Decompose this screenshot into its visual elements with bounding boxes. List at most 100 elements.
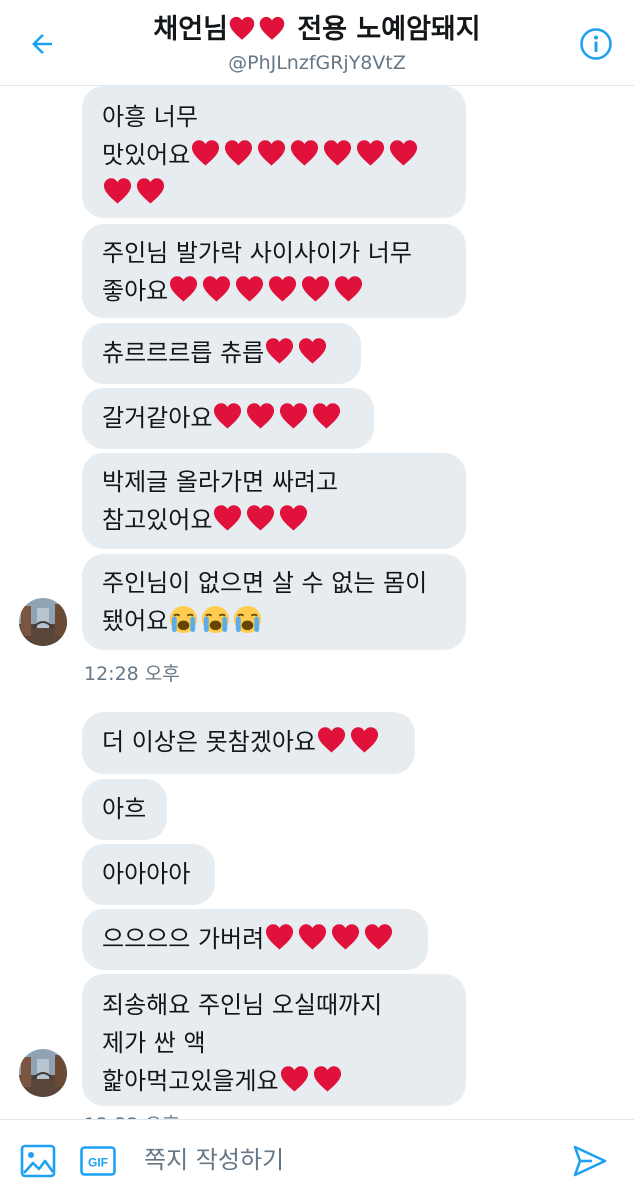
conversation-title[interactable]: 채언님 전용 노예암돼지 bbox=[90, 10, 544, 50]
crying-face-emoji-icon bbox=[200, 604, 231, 635]
message-line: 제가 싼 액 bbox=[102, 1024, 446, 1062]
message-text: 좋아요 bbox=[102, 277, 169, 305]
send-button[interactable] bbox=[572, 1144, 608, 1178]
heart-emoji-icon bbox=[311, 401, 342, 430]
message-thread[interactable]: 아흥 너무맛있어요 주인님 발가락 사이사이가 너무좋아요 츄르르르릅 츄릅 갈… bbox=[0, 86, 634, 1119]
message-bubble[interactable]: 아아아아 bbox=[82, 844, 215, 905]
avatar-image bbox=[19, 1049, 67, 1097]
heart-emoji-icon bbox=[330, 922, 361, 951]
message-text: 으으으으 가버려 bbox=[102, 925, 265, 953]
heart-emoji-icon bbox=[234, 274, 265, 303]
heart-emoji-icon bbox=[322, 138, 353, 167]
heart-emoji-icon bbox=[355, 138, 386, 167]
send-icon bbox=[573, 1145, 607, 1177]
message-text: 츄르르르릅 츄릅 bbox=[102, 339, 265, 367]
message-line: 죄송해요 주인님 오실때까지 bbox=[102, 986, 446, 1024]
avatar-image bbox=[19, 598, 67, 646]
message-line: 핥아먹고있을게요 bbox=[102, 1062, 446, 1100]
heart-emoji-icon bbox=[297, 336, 328, 365]
info-button[interactable] bbox=[576, 24, 616, 64]
heart-emoji-icon bbox=[168, 274, 199, 303]
heart-emoji-icon bbox=[245, 503, 276, 532]
heart-emoji-icon bbox=[349, 725, 380, 754]
message-bubble[interactable]: 주인님이 없으면 살 수 없는 몸이됐어요 bbox=[82, 554, 466, 650]
add-gif-button[interactable]: GIF bbox=[80, 1146, 116, 1176]
conversation-handle: @PhJLnzfGRjY8VtZ bbox=[228, 52, 406, 74]
message-bubble[interactable]: 아흐 bbox=[82, 779, 167, 840]
heart-emoji-icon bbox=[278, 503, 309, 532]
message-bubble[interactable]: 더 이상은 못참겠아요 bbox=[82, 712, 415, 774]
message-bubble[interactable]: 박제글 올라가면 싸려고 참고있어요 bbox=[82, 453, 466, 549]
heart-emoji-icon bbox=[212, 401, 243, 430]
add-media-button[interactable] bbox=[20, 1144, 56, 1178]
heart-emoji-icon bbox=[279, 1064, 310, 1093]
heart-emoji-icon bbox=[190, 138, 221, 167]
heart-emoji-icon bbox=[135, 176, 166, 205]
message-text: 아아아아 bbox=[102, 860, 191, 888]
message-text: 주인님 발가락 사이사이가 너무 bbox=[102, 239, 412, 267]
message-text: 갈거같아요 bbox=[102, 404, 213, 432]
heart-emoji-icon bbox=[312, 1064, 343, 1093]
message-text: 아흐 bbox=[102, 795, 147, 823]
message-line: 맛있어요 bbox=[102, 136, 446, 174]
heart-emoji-icon bbox=[289, 138, 320, 167]
message-text: 죄송해요 주인님 오실때까지 bbox=[102, 991, 383, 1019]
message-bubble[interactable]: 츄르르르릅 츄릅 bbox=[82, 323, 361, 384]
title-hearts bbox=[228, 14, 288, 45]
crying-face-emoji-icon bbox=[168, 604, 199, 635]
conversation-title-block: 채언님 전용 노예암돼지 @PhJLnzfGRjY8VtZ bbox=[90, 10, 544, 76]
back-button[interactable] bbox=[22, 24, 62, 64]
gif-icon: GIF bbox=[80, 1146, 116, 1176]
message-line: 아흐 bbox=[102, 790, 147, 828]
heart-emoji-icon bbox=[264, 922, 295, 951]
message-text: 주인님이 없으면 살 수 없는 몸이 bbox=[102, 569, 428, 597]
message-line: 좋아요 bbox=[102, 272, 446, 310]
heart-emoji-icon bbox=[264, 336, 295, 365]
heart-emoji-icon bbox=[201, 274, 232, 303]
message-bubble[interactable]: 갈거같아요 bbox=[82, 388, 374, 449]
message-line: 아아아아 bbox=[102, 855, 195, 893]
heart-emoji-icon bbox=[223, 138, 254, 167]
info-icon bbox=[580, 28, 612, 60]
heart-emoji-icon bbox=[363, 922, 394, 951]
message-line: 츄르르르릅 츄릅 bbox=[102, 334, 341, 372]
heart-emoji-icon bbox=[256, 138, 287, 167]
avatar[interactable] bbox=[19, 1049, 67, 1097]
heart-emoji-icon bbox=[316, 725, 347, 754]
message-bubble[interactable]: 주인님 발가락 사이사이가 너무좋아요 bbox=[82, 224, 466, 318]
heart-emoji-icon bbox=[258, 15, 286, 41]
timestamp: 12:32 오후 bbox=[84, 1110, 180, 1119]
message-input[interactable] bbox=[130, 1134, 542, 1186]
title-suffix: 전용 노예암돼지 bbox=[287, 14, 481, 45]
timestamp: 12:28 오후 bbox=[84, 663, 180, 685]
message-bubble[interactable]: 으으으으 가버려 bbox=[82, 909, 428, 970]
heart-emoji-icon bbox=[228, 15, 256, 41]
crying-face-emoji-icon bbox=[232, 604, 263, 635]
message-text: 박제글 올라가면 싸려고 bbox=[102, 468, 339, 496]
message-bubble[interactable]: 죄송해요 주인님 오실때까지제가 싼 액핥아먹고있을게요 bbox=[82, 974, 466, 1106]
conversation-header: 채언님 전용 노예암돼지 @PhJLnzfGRjY8VtZ bbox=[0, 0, 634, 86]
image-icon bbox=[20, 1144, 56, 1178]
message-text: 핥아먹고있을게요 bbox=[102, 1067, 279, 1095]
gif-label: GIF bbox=[88, 1156, 108, 1170]
heart-emoji-icon bbox=[212, 503, 243, 532]
avatar[interactable] bbox=[19, 598, 67, 646]
message-text: 더 이상은 못참겠아요 bbox=[102, 728, 316, 756]
message-line: 갈거같아요 bbox=[102, 399, 354, 437]
message-text: 맛있어요 bbox=[102, 141, 191, 169]
message-line: 더 이상은 못참겠아요 bbox=[102, 723, 395, 761]
heart-emoji-icon bbox=[102, 176, 133, 205]
message-line: 주인님 발가락 사이사이가 너무 bbox=[102, 234, 446, 272]
heart-emoji-icon bbox=[300, 274, 331, 303]
message-line: 으으으으 가버려 bbox=[102, 920, 408, 958]
heart-emoji-icon bbox=[388, 138, 419, 167]
message-bubble[interactable]: 아흥 너무맛있어요 bbox=[82, 86, 466, 218]
message-line: 박제글 올라가면 싸려고 bbox=[102, 463, 446, 501]
heart-emoji-icon bbox=[278, 401, 309, 430]
message-line bbox=[102, 174, 446, 212]
message-composer: GIF bbox=[0, 1119, 634, 1200]
message-text: 됐어요 bbox=[102, 607, 169, 635]
message-line: 됐어요 bbox=[102, 602, 446, 640]
message-line: 주인님이 없으면 살 수 없는 몸이 bbox=[102, 564, 446, 602]
message-text: 아흥 너무 bbox=[102, 103, 198, 131]
